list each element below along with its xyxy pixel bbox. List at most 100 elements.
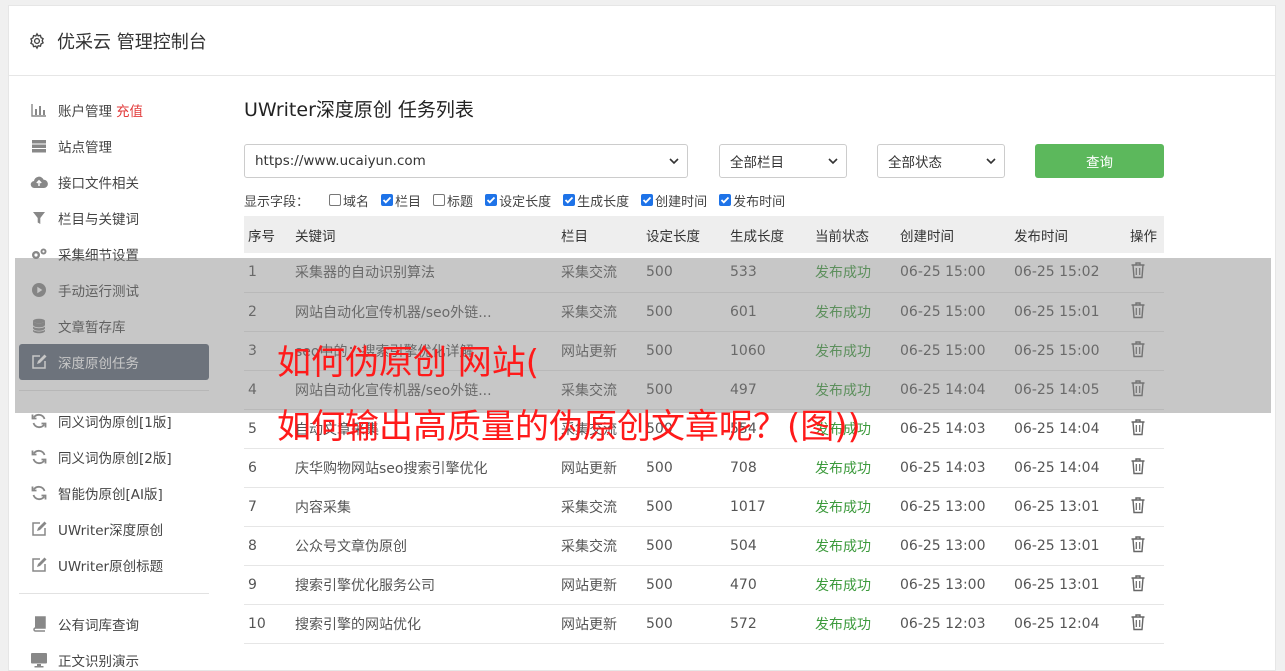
field-checkbox-label: 域名 <box>343 194 370 210</box>
trash-icon[interactable] <box>1130 574 1146 592</box>
recharge-link[interactable]: 充值 <box>116 100 143 120</box>
bar-chart-icon <box>30 102 48 118</box>
table-cell: 06-25 13:00 <box>896 565 1010 605</box>
trash-icon[interactable] <box>1130 496 1146 514</box>
sidebar-item-label: 同义词伪原创[1版] <box>58 415 172 431</box>
sidebar-item-group2-1[interactable]: 同义词伪原创[2版] <box>19 439 209 475</box>
field-checkbox-0[interactable]: 域名 <box>329 191 369 210</box>
sidebar-item-label: 账户管理 <box>58 104 112 120</box>
gear-icon <box>27 31 47 51</box>
column-header: 序号 <box>248 228 275 245</box>
table-cell: 470 <box>726 565 811 605</box>
table-cell: 708 <box>726 448 811 488</box>
table-cell: 发布成功 <box>811 565 896 605</box>
table-cell: 500 <box>642 487 726 527</box>
refresh-icon <box>30 413 48 429</box>
column-header: 发布时间 <box>1014 228 1068 245</box>
checkbox-checked-icon <box>719 194 732 206</box>
table-cell: 06-25 14:04 <box>1010 448 1126 488</box>
trash-icon[interactable] <box>1130 535 1146 553</box>
monitor-icon <box>30 652 48 668</box>
table-cell: 1017 <box>726 487 811 527</box>
field-checkbox-label: 标题 <box>447 194 474 210</box>
table-cell: 500 <box>642 526 726 566</box>
sidebar-item-label: UWriter深度原创 <box>58 523 164 539</box>
checkbox-checked-icon <box>563 194 576 206</box>
sidebar-item-group1-1[interactable]: 站点管理 <box>19 128 209 164</box>
table-cell: 06-25 13:01 <box>1010 565 1126 605</box>
table-cell-actions <box>1126 487 1164 527</box>
sidebar-item-label: 公有词库查询 <box>58 618 139 634</box>
edit-icon <box>30 557 48 573</box>
sidebar-item-label: 智能伪原创[AI版] <box>58 487 163 503</box>
table-cell-actions <box>1126 448 1164 488</box>
table-cell: 搜索引擎的网站优化 <box>291 604 557 644</box>
display-fields-label: 显示字段： <box>244 194 310 210</box>
table-cell: 06-25 13:00 <box>896 526 1010 566</box>
table-cell: 庆华购物网站seo搜索引擎优化 <box>291 448 557 488</box>
table-cell: 网站更新 <box>557 448 642 488</box>
sidebar-item-group2-4[interactable]: UWriter原创标题 <box>19 547 209 583</box>
status-select[interactable]: 全部状态 <box>877 144 1005 178</box>
table-cell: 500 <box>642 448 726 488</box>
checkbox-checked-icon <box>641 194 654 206</box>
column-select-value: 全部栏目 <box>730 155 784 171</box>
sidebar-item-group1-3[interactable]: 栏目与关键词 <box>19 200 209 236</box>
field-checkbox-1[interactable]: 栏目 <box>381 191 421 210</box>
table-cell: 发布成功 <box>811 448 896 488</box>
table-cell: 9 <box>244 565 291 605</box>
sidebar-item-label: 栏目与关键词 <box>58 212 139 228</box>
sidebar-item-group1-2[interactable]: 接口文件相关 <box>19 164 209 200</box>
field-checkbox-4[interactable]: 生成长度 <box>563 191 629 210</box>
cloud-upload-icon <box>30 174 48 190</box>
checkbox-unchecked-icon <box>329 194 342 206</box>
column-header: 生成长度 <box>730 228 784 245</box>
column-select[interactable]: 全部栏目 <box>719 144 847 178</box>
table-cell: 8 <box>244 526 291 566</box>
sidebar-divider <box>19 593 209 594</box>
site-select[interactable]: https://www.ucaiyun.com <box>244 144 688 178</box>
sidebar-item-group3-0[interactable]: 公有词库查询 <box>19 606 209 642</box>
table-row: 10 搜索引擎的网站优化 网站更新 500 572 发布成功 06-25 12:03 06-2… <box>244 604 1164 644</box>
table-cell: 采集交流 <box>557 526 642 566</box>
sidebar-item-group3-1[interactable]: 正文识别演示 <box>19 642 209 671</box>
table-cell: 504 <box>726 526 811 566</box>
table-cell: 06-25 13:00 <box>896 487 1010 527</box>
sidebar-item-group1-0[interactable]: 账户管理 充值 <box>19 92 209 128</box>
checkbox-checked-icon <box>381 194 394 206</box>
field-checkbox-label: 设定长度 <box>499 194 552 210</box>
field-checkbox-label: 生成长度 <box>577 194 630 210</box>
field-checkbox-5[interactable]: 创建时间 <box>641 191 707 210</box>
table-cell: 06-25 13:01 <box>1010 526 1126 566</box>
sidebar-item-group2-2[interactable]: 智能伪原创[AI版] <box>19 475 209 511</box>
column-header: 当前状态 <box>815 228 869 245</box>
trash-icon[interactable] <box>1130 613 1146 631</box>
column-header: 操作 <box>1130 228 1157 245</box>
field-checkbox-label: 创建时间 <box>655 194 708 210</box>
table-cell: 10 <box>244 604 291 644</box>
field-checkbox-2[interactable]: 标题 <box>433 191 473 210</box>
column-header: 关键词 <box>295 228 336 245</box>
sidebar-item-group2-3[interactable]: UWriter深度原创 <box>19 511 209 547</box>
table-cell: 发布成功 <box>811 487 896 527</box>
trash-icon[interactable] <box>1130 418 1146 436</box>
column-header: 栏目 <box>561 228 588 245</box>
table-cell: 发布成功 <box>811 526 896 566</box>
sidebar-item-label: 站点管理 <box>58 140 112 156</box>
banner-overlay <box>15 258 1271 413</box>
table-cell-actions <box>1126 565 1164 605</box>
field-checkbox-6[interactable]: 发布时间 <box>719 191 785 210</box>
table-cell: 500 <box>642 604 726 644</box>
trash-icon[interactable] <box>1130 457 1146 475</box>
display-fields: 显示字段： 域名 栏目 标题 设定长度 生成长度 创建时间 发布时间 <box>244 189 1164 211</box>
checkbox-checked-icon <box>485 194 498 206</box>
site-select-value: https://www.ucaiyun.com <box>255 153 426 169</box>
query-button[interactable]: 查询 <box>1035 144 1164 178</box>
table-cell: 6 <box>244 448 291 488</box>
sidebar-item-label: 同义词伪原创[2版] <box>58 451 172 467</box>
table-row: 8 公众号文章伪原创 采集交流 500 504 发布成功 06-25 13:00 06-25 … <box>244 526 1164 566</box>
field-checkbox-3[interactable]: 设定长度 <box>485 191 551 210</box>
table-cell: 内容采集 <box>291 487 557 527</box>
table-cell-actions <box>1126 526 1164 566</box>
table-cell: 公众号文章伪原创 <box>291 526 557 566</box>
